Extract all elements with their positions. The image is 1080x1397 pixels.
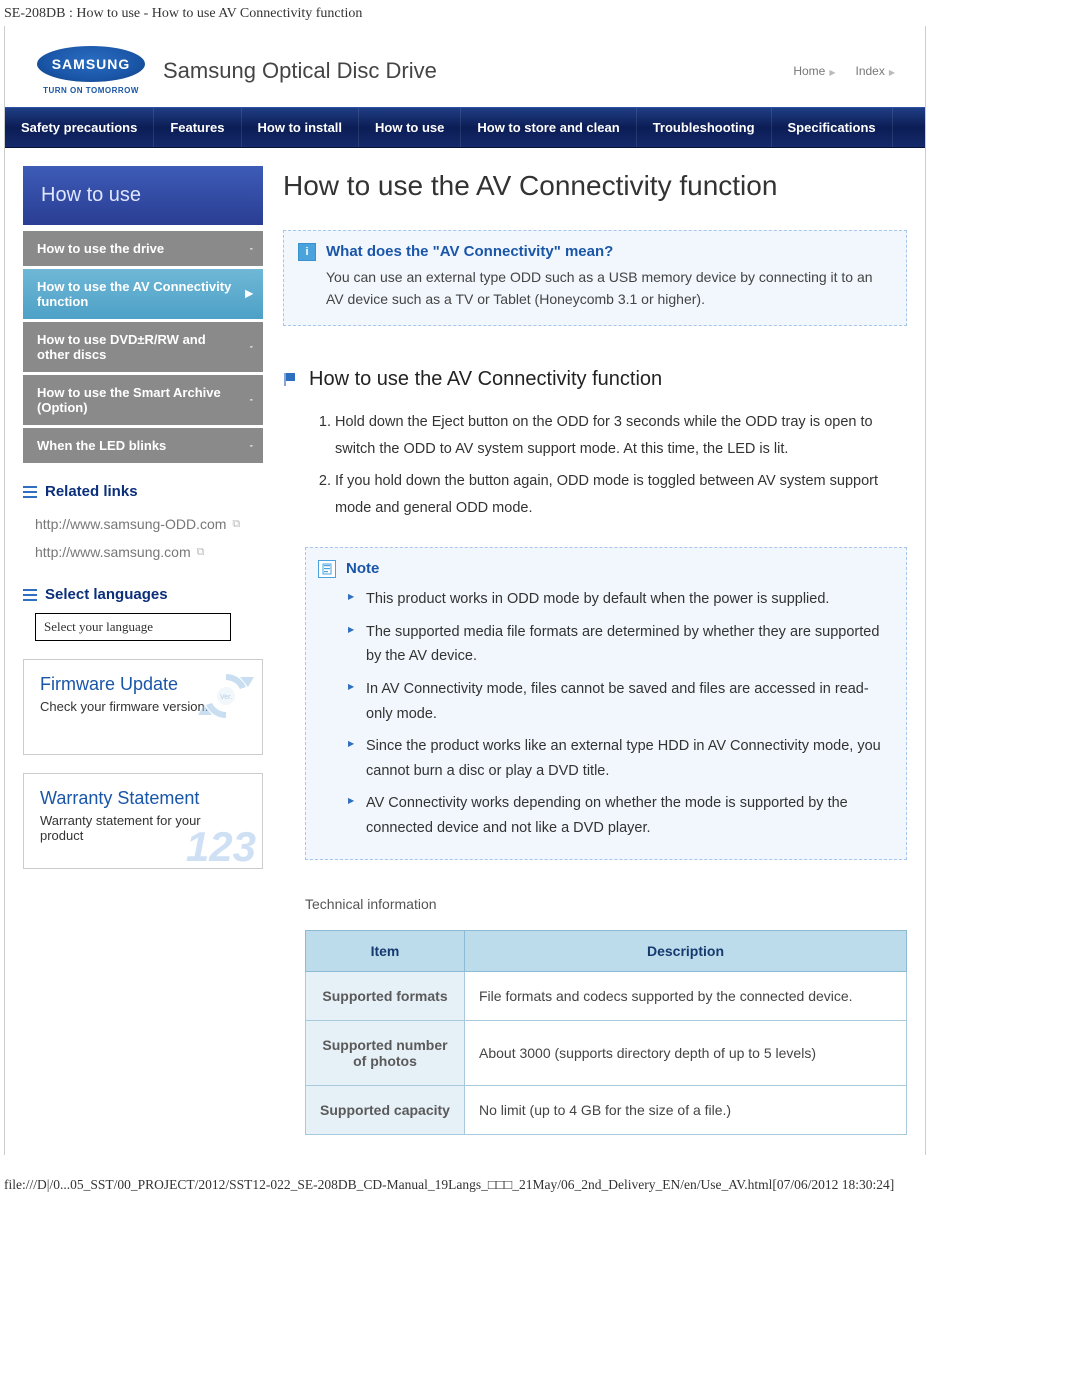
note-title: Note xyxy=(346,560,890,577)
note-item: Since the product works like an external… xyxy=(342,730,890,787)
step-1: Hold down the Eject button on the ODD fo… xyxy=(335,407,907,466)
cell-desc: About 3000 (supports directory depth of … xyxy=(465,1020,907,1085)
table-row: Supported capacity No limit (up to 4 GB … xyxy=(306,1085,907,1134)
note-item: This product works in ODD mode by defaul… xyxy=(342,583,890,616)
minus-icon: - xyxy=(250,395,253,406)
cell-item: Supported formats xyxy=(306,971,465,1020)
section-title: How to use the AV Connectivity function xyxy=(309,368,662,391)
samsung-logo-icon: SAMSUNG xyxy=(37,46,145,82)
th-desc: Description xyxy=(465,930,907,971)
sidebar-item-drive[interactable]: How to use the drive - xyxy=(23,231,263,266)
card-warranty[interactable]: Warranty Statement Warranty statement fo… xyxy=(23,773,263,869)
link-samsung-odd[interactable]: http://www.samsung-ODD.com ⧉ xyxy=(23,510,263,538)
chevron-right-icon: ▶ xyxy=(889,68,895,77)
cell-desc: No limit (up to 4 GB for the size of a f… xyxy=(465,1085,907,1134)
section-heading: How to use the AV Connectivity function xyxy=(283,368,907,391)
link-text: http://www.samsung.com xyxy=(35,544,191,560)
page-container: SE-208DB : How to use - How to use AV Co… xyxy=(0,0,1080,1199)
technical-table: Item Description Supported formats File … xyxy=(305,930,907,1135)
minus-icon: - xyxy=(250,440,253,451)
refresh-icon: Ver. xyxy=(198,668,254,727)
step-2: If you hold down the button again, ODD m… xyxy=(335,466,907,525)
sidebar-item-label: When the LED blinks xyxy=(37,438,166,453)
sidebar-item-smart-archive[interactable]: How to use the Smart Archive (Option) - xyxy=(23,375,263,425)
info-title: What does the "AV Connectivity" mean? xyxy=(326,243,890,260)
document-frame: SAMSUNG TURN ON TOMORROW Samsung Optical… xyxy=(4,26,926,1155)
sidebar: How to use How to use the drive - How to… xyxy=(23,166,263,1135)
cell-item: Supported number of photos xyxy=(306,1020,465,1085)
link-text: http://www.samsung-ODD.com xyxy=(35,516,226,532)
table-row: Supported formats File formats and codec… xyxy=(306,971,907,1020)
note-list: This product works in ODD mode by defaul… xyxy=(342,583,890,845)
cell-item: Supported capacity xyxy=(306,1085,465,1134)
brand: SAMSUNG TURN ON TOMORROW Samsung Optical… xyxy=(37,46,437,95)
sidebar-title: How to use xyxy=(23,166,263,225)
menu-troubleshooting[interactable]: Troubleshooting xyxy=(637,108,772,147)
external-link-icon: ⧉ xyxy=(232,518,240,531)
minus-icon: - xyxy=(250,342,253,353)
minus-icon: - xyxy=(250,243,253,254)
body-row: How to use How to use the drive - How to… xyxy=(5,148,925,1135)
chevron-right-icon: ▶ xyxy=(829,68,835,77)
page-title: How to use the AV Connectivity function xyxy=(283,170,907,202)
external-link-icon: ⧉ xyxy=(197,546,205,559)
svg-text:Ver.: Ver. xyxy=(220,694,232,701)
home-link[interactable]: Home ▶ xyxy=(793,64,835,78)
top-nav: Home ▶ Index ▶ xyxy=(793,64,895,78)
page-path-top: SE-208DB : How to use - How to use AV Co… xyxy=(0,0,1080,26)
index-label: Index xyxy=(855,64,884,78)
note-box: Note This product works in ODD mode by d… xyxy=(305,547,907,860)
menu-how-to-install[interactable]: How to install xyxy=(242,108,360,147)
related-links-list: http://www.samsung-ODD.com ⧉ http://www.… xyxy=(23,510,263,566)
info-box: i What does the "AV Connectivity" mean? … xyxy=(283,230,907,326)
select-languages-label: Select languages xyxy=(45,586,168,603)
number-icon: 123 xyxy=(186,828,256,866)
card-firmware[interactable]: Firmware Update Check your firmware vers… xyxy=(23,659,263,755)
chevron-right-icon: ▶ xyxy=(245,289,253,300)
related-links-label: Related links xyxy=(45,483,138,500)
steps-list: Hold down the Eject button on the ODD fo… xyxy=(283,407,907,525)
table-row: Supported number of photos About 3000 (s… xyxy=(306,1020,907,1085)
header: SAMSUNG TURN ON TOMORROW Samsung Optical… xyxy=(5,26,925,107)
tagline: TURN ON TOMORROW xyxy=(43,86,139,95)
select-languages-heading: Select languages xyxy=(23,586,263,603)
sidebar-item-label: How to use the Smart Archive (Option) xyxy=(37,385,221,415)
th-item: Item xyxy=(306,930,465,971)
sidebar-item-dvd[interactable]: How to use DVD±R/RW and other discs - xyxy=(23,322,263,372)
sidebar-item-label: How to use DVD±R/RW and other discs xyxy=(37,332,206,362)
sidebar-item-label: How to use the AV Connectivity function xyxy=(37,279,231,309)
related-links-heading: Related links xyxy=(23,483,263,500)
index-link[interactable]: Index ▶ xyxy=(855,64,895,78)
info-icon: i xyxy=(298,243,316,261)
sidebar-item-led[interactable]: When the LED blinks - xyxy=(23,428,263,463)
note-item: The supported media file formats are det… xyxy=(342,616,890,673)
info-text: You can use an external type ODD such as… xyxy=(326,266,890,311)
main-content: How to use the AV Connectivity function … xyxy=(283,166,907,1135)
menu-safety[interactable]: Safety precautions xyxy=(5,108,154,147)
list-icon xyxy=(23,588,37,602)
table-header-row: Item Description xyxy=(306,930,907,971)
language-select[interactable]: Select your language xyxy=(35,613,231,641)
page-path-bottom: file:///D|/0...05_SST/00_PROJECT/2012/SS… xyxy=(0,1155,1080,1199)
menu-how-to-use[interactable]: How to use xyxy=(359,108,461,147)
sidebar-list: How to use the drive - How to use the AV… xyxy=(23,231,263,463)
main-menu: Safety precautions Features How to insta… xyxy=(5,107,925,148)
flag-icon xyxy=(283,372,297,386)
cell-desc: File formats and codecs supported by the… xyxy=(465,971,907,1020)
note-item: In AV Connectivity mode, files cannot be… xyxy=(342,673,890,730)
product-title: Samsung Optical Disc Drive xyxy=(163,58,437,84)
home-label: Home xyxy=(793,64,825,78)
logo: SAMSUNG TURN ON TOMORROW xyxy=(37,46,145,95)
sidebar-item-av[interactable]: How to use the AV Connectivity function … xyxy=(23,269,263,319)
sidebar-item-label: How to use the drive xyxy=(37,241,164,256)
list-icon xyxy=(23,485,37,499)
note-item: AV Connectivity works depending on wheth… xyxy=(342,787,890,844)
link-samsung[interactable]: http://www.samsung.com ⧉ xyxy=(23,538,263,566)
note-icon xyxy=(318,560,336,578)
menu-specifications[interactable]: Specifications xyxy=(772,108,893,147)
menu-store-clean[interactable]: How to store and clean xyxy=(461,108,636,147)
card-title: Warranty Statement xyxy=(40,788,246,809)
menu-features[interactable]: Features xyxy=(154,108,241,147)
technical-info-heading: Technical information xyxy=(305,896,907,912)
